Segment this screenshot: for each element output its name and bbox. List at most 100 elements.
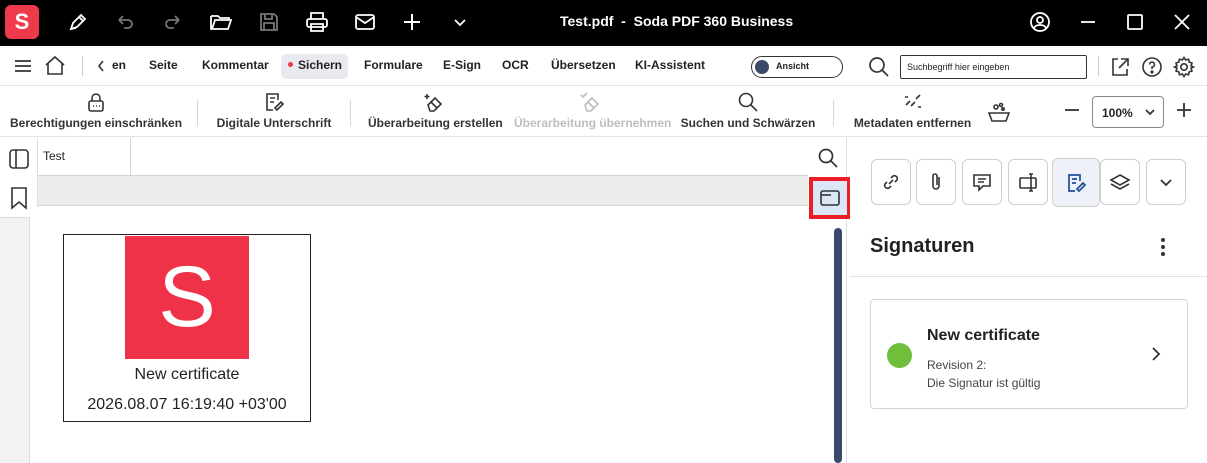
account-icon[interactable] xyxy=(1025,7,1055,37)
panel-separator xyxy=(850,276,1207,277)
search-icon xyxy=(737,91,759,113)
clean-document-icon[interactable] xyxy=(986,99,1012,125)
search-icon xyxy=(818,148,838,168)
paperclip-icon xyxy=(932,173,940,190)
signature-name: New certificate xyxy=(134,366,240,383)
search-icon[interactable] xyxy=(867,55,891,79)
chevron-down-icon xyxy=(1160,179,1172,187)
ribbon-divider xyxy=(197,100,198,126)
eraser-plus-icon xyxy=(423,91,447,113)
mail-icon[interactable] xyxy=(350,7,380,37)
chevron-right-icon xyxy=(1149,345,1163,363)
soda-logo[interactable]: S xyxy=(5,5,39,39)
signatures-tab-button[interactable] xyxy=(1052,158,1100,207)
menu-item-en[interactable]: en xyxy=(112,58,126,72)
links-tab-button[interactable] xyxy=(871,159,911,205)
ribbon-divider xyxy=(350,100,351,126)
comments-tab-button[interactable] xyxy=(962,159,1002,205)
attachments-tab-button[interactable] xyxy=(916,159,956,205)
chevron-down-icon xyxy=(1143,105,1157,119)
link-icon xyxy=(883,174,899,190)
close-icon[interactable] xyxy=(1167,7,1197,37)
panel-toggle-button[interactable] xyxy=(809,177,851,219)
view-toggle[interactable]: Ansicht xyxy=(751,56,843,78)
left-gutter xyxy=(0,218,30,463)
more-tabs-button[interactable] xyxy=(1146,159,1186,205)
document-tab-strip: Test xyxy=(38,138,808,176)
panel-title: Signaturen xyxy=(870,235,975,257)
menu-item-ki-assistent[interactable]: KI-Assistent xyxy=(635,58,705,72)
menu-item-kommentar[interactable]: Kommentar xyxy=(202,58,269,72)
menu-bar: en Seite Kommentar Sichern Formulare E-S… xyxy=(0,46,1207,86)
certificate-card[interactable]: New certificate Revision 2: Die Signatur… xyxy=(870,299,1188,409)
vertical-scrollbar[interactable] xyxy=(834,228,842,463)
zoom-in-icon[interactable] xyxy=(1174,100,1194,120)
chevron-down-icon[interactable] xyxy=(445,7,475,37)
maximize-icon[interactable] xyxy=(1120,7,1150,37)
menu-item-formulare[interactable]: Formulare xyxy=(364,58,423,72)
toggle-knob xyxy=(755,60,769,74)
signature-icon xyxy=(263,91,285,113)
undo-icon[interactable] xyxy=(110,7,140,37)
zoom-out-icon[interactable] xyxy=(1062,100,1082,120)
accept-revision-label: Überarbeitung übernehmen xyxy=(514,116,672,130)
document-tab[interactable]: Test xyxy=(38,138,131,176)
valid-status-icon xyxy=(887,343,912,368)
share-icon[interactable] xyxy=(1108,55,1132,79)
menu-item-ocr[interactable]: OCR xyxy=(502,58,529,72)
find-in-document-button[interactable] xyxy=(811,141,845,175)
zoom-select[interactable]: 100% xyxy=(1092,96,1164,128)
signature-logo: S xyxy=(125,236,249,359)
layers-tab-button[interactable] xyxy=(1100,159,1140,205)
menu-item-sichern-label: Sichern xyxy=(298,58,343,72)
settings-gear-icon[interactable] xyxy=(1172,55,1196,79)
document-toolbar-strip xyxy=(38,176,808,206)
certificate-status: Die Signatur ist gültig xyxy=(927,376,1041,390)
menu-item-seite[interactable]: Seite xyxy=(149,58,178,72)
chevron-left-icon[interactable] xyxy=(96,59,106,73)
document-tab-label: Test xyxy=(43,149,66,163)
minimize-icon[interactable] xyxy=(1073,7,1103,37)
save-icon[interactable] xyxy=(254,7,284,37)
text-field-icon xyxy=(1019,173,1037,192)
menu-item-sichern[interactable]: Sichern xyxy=(288,58,342,72)
menu-divider-right xyxy=(1098,56,1099,76)
left-rail xyxy=(0,138,38,218)
layers-icon xyxy=(1109,174,1131,190)
signature-field[interactable]: S New certificate 2026.08.07 16:19:40 +0… xyxy=(63,234,311,422)
pen-icon[interactable] xyxy=(63,7,93,37)
more-options-icon[interactable] xyxy=(1156,236,1170,258)
redo-icon[interactable] xyxy=(158,7,188,37)
digital-signature-button[interactable]: Digitale Unterschrift xyxy=(214,87,334,137)
bookmark-icon[interactable] xyxy=(8,186,30,210)
signatures-panel: Signaturen New certificate Revision 2: D… xyxy=(850,138,1207,463)
window-title: Test.pdf - Soda PDF 360 Business xyxy=(560,13,794,29)
help-icon[interactable] xyxy=(1140,55,1164,79)
search-redact-button[interactable]: Suchen und Schwärzen xyxy=(680,87,816,137)
accept-revision-button[interactable]: Überarbeitung übernehmen xyxy=(514,87,672,137)
create-revision-label: Überarbeitung erstellen xyxy=(368,116,503,130)
menu-item-esign[interactable]: E-Sign xyxy=(443,58,481,72)
fields-tab-button[interactable] xyxy=(1008,159,1048,205)
search-input[interactable] xyxy=(900,55,1087,79)
certificate-name: New certificate xyxy=(927,327,1040,344)
title-bar: S Test.pdf - Soda PDF 360 Business xyxy=(0,0,1207,46)
create-revision-button[interactable]: Überarbeitung erstellen xyxy=(368,87,503,137)
sidebar-panel-icon[interactable] xyxy=(7,147,31,171)
ribbon-divider xyxy=(833,100,834,126)
plus-icon[interactable] xyxy=(397,7,427,37)
remove-metadata-button[interactable]: Metadaten entfernen xyxy=(852,87,973,137)
active-dot xyxy=(288,62,293,68)
signature-date: 2026.08.07 16:19:40 +03'00 xyxy=(87,396,287,413)
ribbon-toolbar: Berechtigungen einschränken Digitale Unt… xyxy=(0,87,1207,137)
open-folder-icon[interactable] xyxy=(206,7,236,37)
restrict-permissions-label: Berechtigungen einschränken xyxy=(10,116,183,130)
print-icon[interactable] xyxy=(302,7,332,37)
menu-divider xyxy=(82,56,83,76)
restrict-permissions-button[interactable]: Berechtigungen einschränken xyxy=(10,87,182,137)
signature-icon xyxy=(1068,173,1087,192)
menu-item-uebersetzen[interactable]: Übersetzen xyxy=(551,58,616,72)
hamburger-menu-icon[interactable] xyxy=(13,57,33,75)
home-icon[interactable] xyxy=(43,54,67,78)
window-icon xyxy=(820,190,840,206)
